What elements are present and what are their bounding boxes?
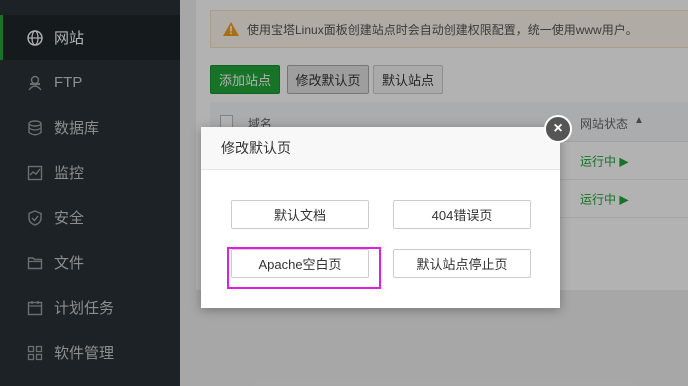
default-site-stop-page-button[interactable]: 默认站点停止页 bbox=[393, 249, 531, 278]
close-icon[interactable]: × bbox=[544, 115, 572, 143]
dialog-title: 修改默认页 bbox=[201, 127, 560, 170]
default-doc-button[interactable]: 默认文档 bbox=[231, 200, 369, 229]
highlight-box bbox=[227, 247, 381, 289]
error-404-page-button[interactable]: 404错误页 bbox=[393, 200, 531, 229]
